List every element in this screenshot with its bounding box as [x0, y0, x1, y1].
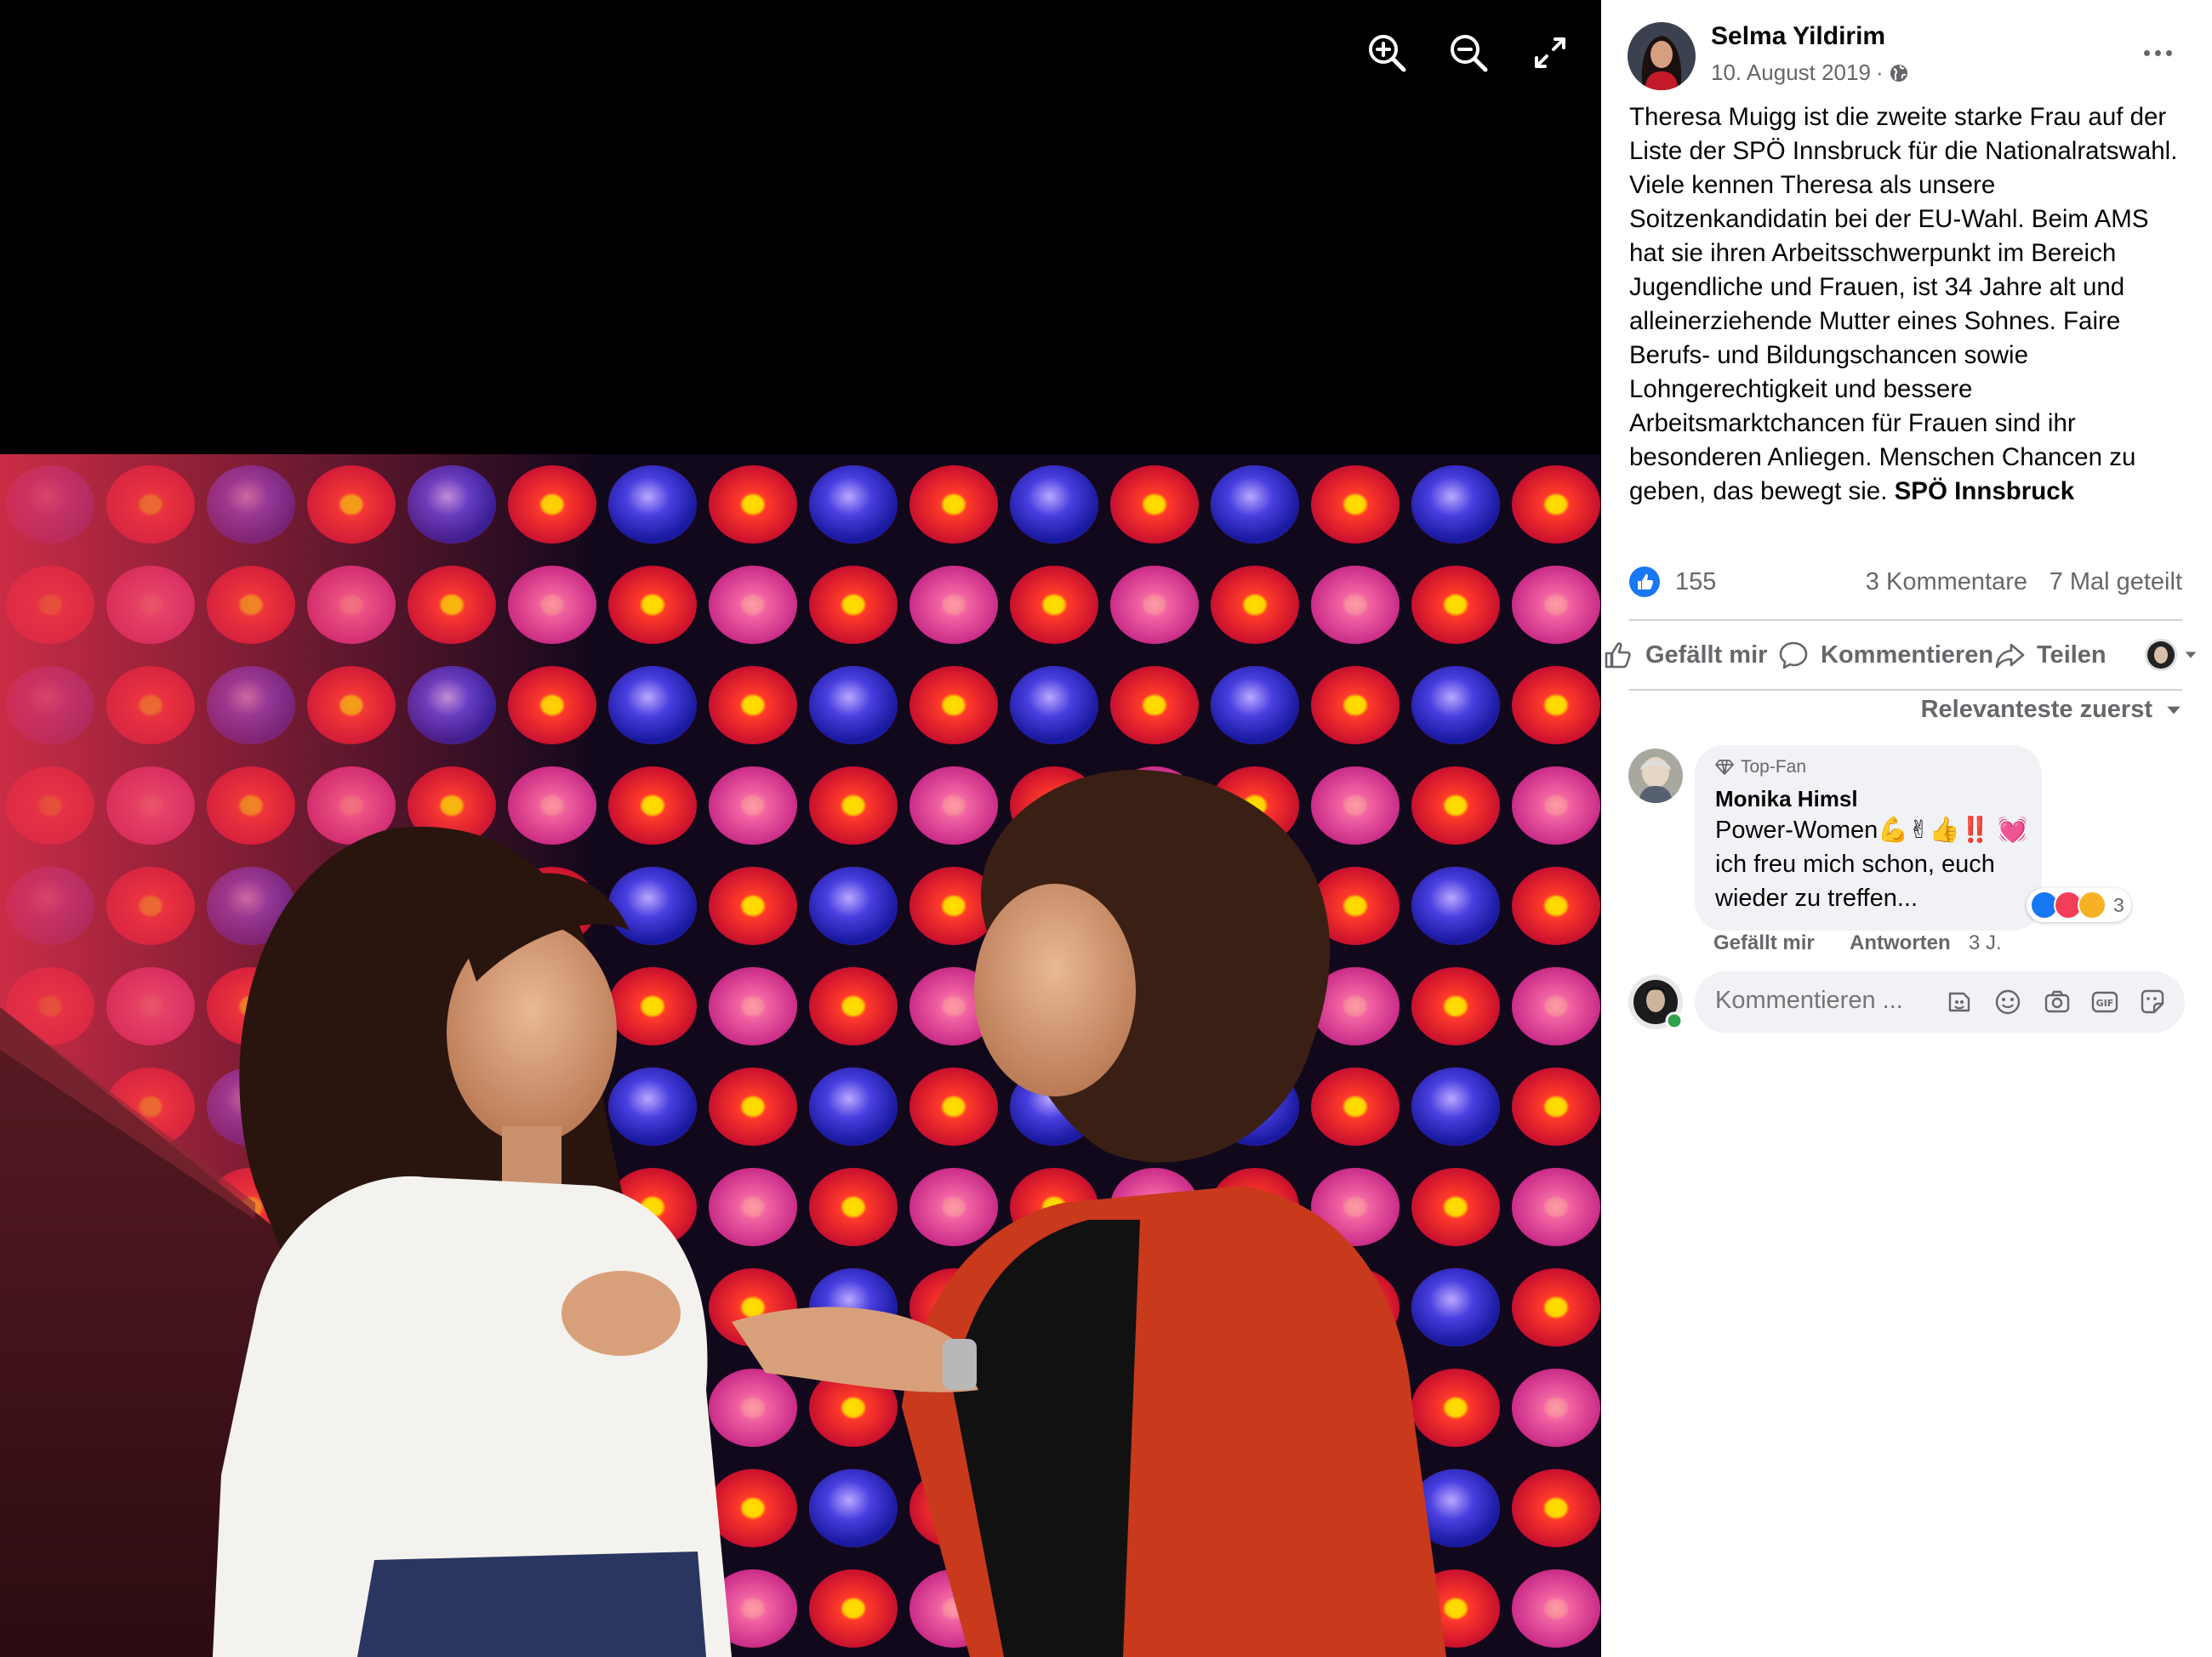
comment-input[interactable]: [1715, 987, 1936, 1015]
comments-count[interactable]: 3 Kommentare: [1866, 568, 2027, 596]
globe-icon: [1890, 64, 1907, 82]
emoji-button[interactable]: [1991, 985, 2025, 1019]
more-dot-icon: [2165, 49, 2172, 56]
post-meta: 10. August 2019 ·: [1711, 60, 1909, 86]
comment-text: Power-Women💪✌👍‼️ 💓 ich freu mich schon, …: [1715, 817, 2029, 912]
comment-button[interactable]: Kommentieren: [1776, 628, 1993, 682]
gif-button[interactable]: GIF: [2088, 985, 2122, 1019]
magnifier-plus-icon: [1369, 35, 1406, 72]
post-as-selector[interactable]: [2144, 628, 2198, 682]
shares-count[interactable]: 7 Mal geteilt: [2050, 568, 2182, 596]
divider: [1629, 619, 2182, 621]
share-arrow-icon: [1995, 643, 2025, 669]
comment-reactions[interactable]: 3: [2027, 888, 2131, 922]
online-status-dot: [1665, 1011, 1684, 1030]
top-fan-badge: Top-Fan: [1715, 757, 1806, 777]
fullscreen-button[interactable]: [1526, 29, 1574, 77]
speech-bubble-icon: [1779, 641, 1808, 669]
commenter-avatar[interactable]: [1628, 749, 1683, 803]
photo-viewer: [0, 0, 1601, 1657]
sort-label: Relevanteste zuerst: [1920, 696, 2152, 723]
divider: [1629, 689, 2182, 691]
post-panel: Selma Yildirim 10. August 2019 · Theresa…: [1601, 0, 2212, 1657]
author-avatar[interactable]: [1628, 22, 1696, 90]
share-label: Teilen: [2037, 641, 2107, 669]
author-avatar-image: [1628, 22, 1696, 90]
avatar-sticker-icon: [1948, 992, 1970, 1012]
post-text: Theresa Muigg ist die zweite starke Frau…: [1629, 100, 2182, 509]
meta-separator: ·: [1875, 60, 1884, 85]
post-date[interactable]: 10. August 2019: [1711, 60, 1871, 86]
sticker-button[interactable]: [2135, 985, 2169, 1019]
zoom-out-button[interactable]: [1445, 29, 1492, 77]
like-label: Gefällt mir: [1645, 641, 1768, 669]
comment-like-link[interactable]: Gefällt mir: [1713, 931, 1815, 955]
current-user-avatar[interactable]: [1628, 975, 1684, 1030]
current-user-avatar-image: [1628, 975, 1684, 1030]
post-stats: 155 3 Kommentare 7 Mal geteilt: [1629, 563, 2182, 601]
magnifier-minus-icon: [1451, 35, 1488, 72]
like-button[interactable]: Gefällt mir: [1601, 628, 1767, 682]
comment-reply-link[interactable]: Antworten: [1850, 931, 1951, 955]
svg-text:GIF: GIF: [2096, 998, 2114, 1009]
emoji-icon: [1995, 989, 2021, 1015]
zoom-in-button[interactable]: [1363, 29, 1411, 77]
reaction-count: 3: [2113, 893, 2124, 916]
gif-icon: GIF: [2091, 991, 2118, 1013]
comment-composer: GIF: [1695, 971, 2185, 1033]
post-photo[interactable]: [0, 454, 1601, 1657]
sticker-icon: [2141, 989, 2164, 1014]
commenter-avatar-image: [1628, 749, 1683, 803]
like-reaction-icon[interactable]: [1629, 567, 1660, 597]
tagged-page-link[interactable]: SPÖ Innsbruck: [1895, 477, 2074, 505]
author-name[interactable]: Selma Yildirim: [1711, 22, 1885, 51]
commenter-name[interactable]: Monika Himsl: [1715, 786, 1858, 812]
likes-count[interactable]: 155: [1675, 568, 1716, 596]
caret-down-icon: [2167, 706, 2181, 714]
user-avatar-small: [2145, 639, 2177, 671]
comment-label: Kommentieren: [1821, 641, 1994, 669]
post-body: Theresa Muigg ist die zweite starke Frau…: [1629, 103, 2178, 505]
more-options-button[interactable]: [2135, 37, 2180, 68]
comment-sort-dropdown[interactable]: Relevanteste zuerst: [1921, 696, 2183, 724]
comment-time[interactable]: 3 J.: [1969, 931, 2002, 955]
avatar-sticker-button[interactable]: [1941, 985, 1975, 1019]
expand-arrows-icon: [1535, 37, 1565, 68]
more-dot-icon: [2154, 49, 2161, 56]
post-actions: Gefällt mir Kommentieren Teilen: [1601, 628, 2212, 682]
camera-icon: [2044, 990, 2070, 1013]
caret-down-icon: [2185, 652, 2197, 658]
angry-reaction-icon: [2078, 891, 2107, 920]
thumbs-up-icon: [1605, 642, 1631, 669]
more-dot-icon: [2143, 49, 2150, 56]
comment-bubble: Top-Fan Monika Himsl Power-Women💪✌👍‼️ 💓 …: [1695, 745, 2042, 931]
photo-upload-button[interactable]: [2040, 985, 2074, 1019]
diamond-icon: [1715, 760, 1734, 775]
top-fan-label: Top-Fan: [1741, 757, 1807, 777]
photo-image: [0, 454, 1601, 1657]
share-button[interactable]: Teilen: [1993, 628, 2107, 682]
